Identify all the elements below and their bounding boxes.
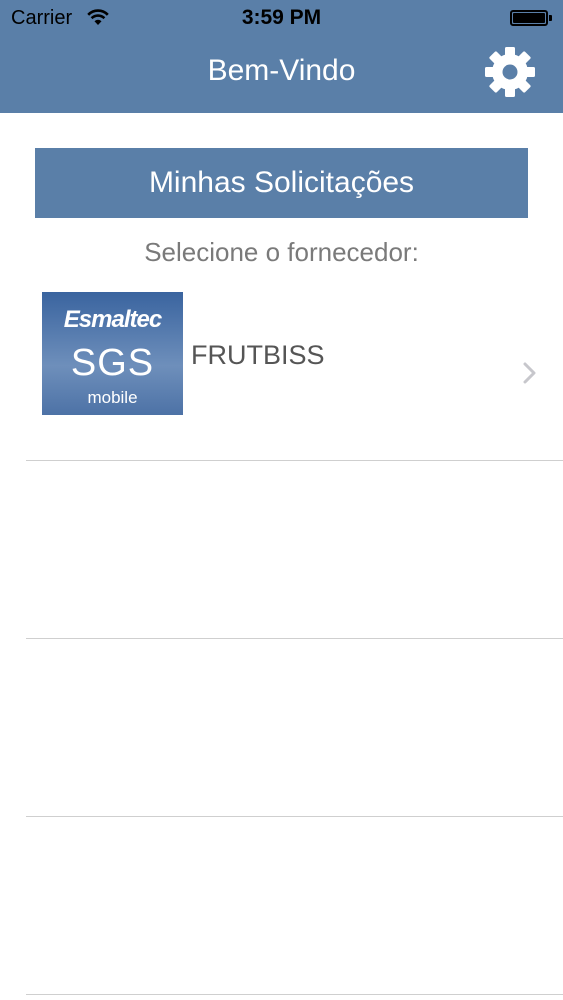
chevron-right-icon (523, 362, 536, 384)
supplier-logo: Esmaltec SGS mobile (42, 292, 183, 415)
status-bar: Carrier 3:59 PM (0, 0, 563, 36)
empty-list-row (26, 639, 563, 816)
logo-brand-text: Esmaltec (63, 306, 162, 333)
battery-tip (549, 15, 552, 21)
empty-list-row (26, 817, 563, 994)
supplier-list-item[interactable]: Esmaltec SGS mobile FRUTBISS (26, 279, 563, 460)
battery-icon (510, 10, 548, 26)
gear-icon[interactable] (482, 44, 538, 100)
my-requests-button[interactable]: Minhas Solicitações (35, 148, 528, 218)
clock: 3:59 PM (241, 6, 322, 29)
empty-list-row (26, 461, 563, 638)
navigation-header: Carrier 3:59 PM Bem-Vindo (0, 0, 563, 113)
select-supplier-label: Selecione o fornecedor: (144, 237, 419, 267)
row-divider (26, 994, 563, 995)
page-title: Bem-Vindo (207, 54, 356, 87)
logo-product-text: SGS (70, 342, 155, 384)
supplier-name: FRUTBISS (191, 340, 325, 370)
logo-sub-text: mobile (87, 388, 138, 407)
